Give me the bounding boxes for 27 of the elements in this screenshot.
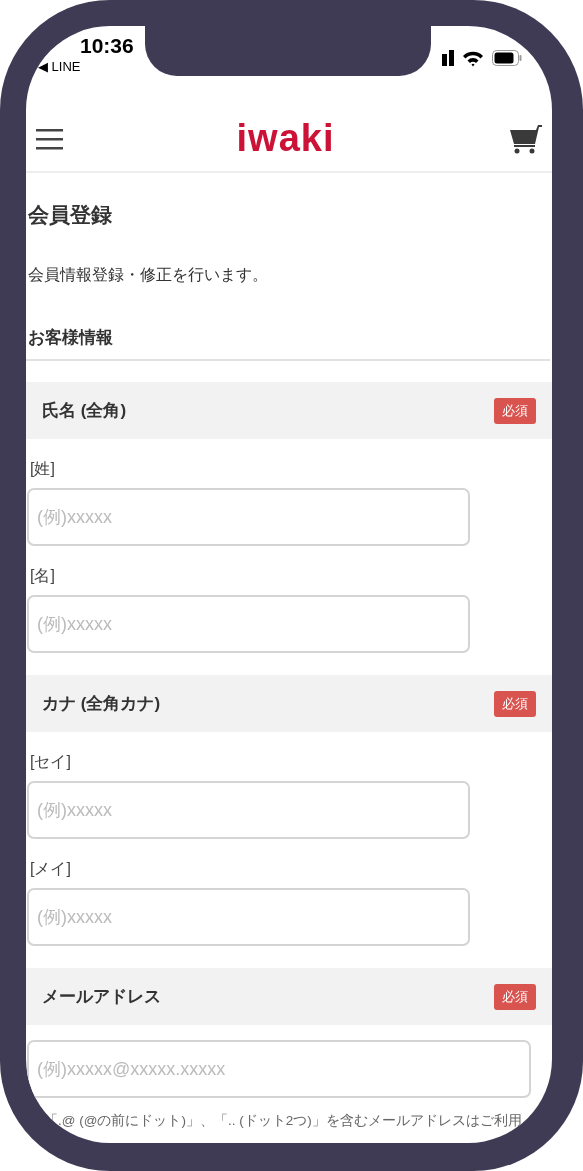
required-badge: 必須 (494, 397, 536, 424)
status-time: 10:36 (80, 34, 134, 58)
logo[interactable]: iwaki (236, 117, 335, 160)
signal-icon (442, 50, 454, 66)
battery-icon (492, 50, 522, 66)
input-field[interactable]: (例)xxxxx (27, 781, 470, 839)
field-sublabel: [セイ] (30, 752, 72, 772)
field-sublabel: [メイ] (30, 859, 72, 879)
field-sublabel: [姓] (30, 459, 56, 479)
input-field[interactable]: (例)xxxxx (27, 488, 470, 546)
back-to-app-link[interactable]: ◀ LINE (38, 59, 81, 74)
field-sublabel: [名] (30, 566, 56, 586)
section-title: お客様情報 (26, 326, 550, 361)
cart-icon[interactable] (508, 123, 542, 154)
field-label: 氏名 (全角) (42, 400, 127, 422)
field-label: カナ (全角カナ) (42, 693, 161, 715)
required-badge: 必須 (494, 690, 536, 717)
menu-icon[interactable] (36, 127, 63, 150)
input-field[interactable]: (例)xxxxx (27, 595, 470, 653)
page-title: 会員登録 (28, 202, 113, 228)
wifi-icon (462, 49, 484, 67)
field-note: 「.@ (@の前にドット)」、「.. (ドット2つ)」を含むメールアドレスはご利用 (44, 1112, 523, 1130)
page-description: 会員情報登録・修正を行います。 (28, 265, 269, 285)
input-field[interactable]: (例)xxxxx (27, 888, 470, 946)
field-label: メールアドレス (42, 986, 161, 1008)
input-field[interactable]: (例)xxxxx@xxxxx.xxxxx (27, 1040, 531, 1098)
required-badge: 必須 (494, 983, 536, 1010)
